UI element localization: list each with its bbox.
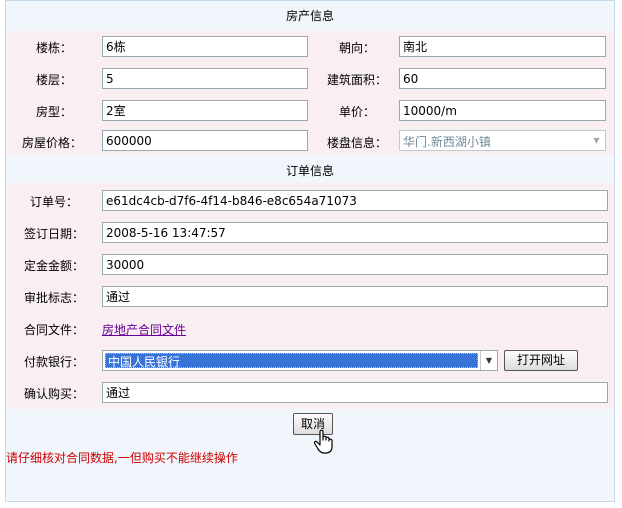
floor-input[interactable]: [102, 68, 308, 89]
property-section-title: 房产信息: [285, 9, 334, 23]
deposit-label: 定金金额：: [24, 259, 85, 273]
hand-cursor-icon: [313, 429, 333, 454]
open-url-button[interactable]: 打开网址: [504, 350, 578, 371]
type-input[interactable]: [102, 100, 308, 121]
building-label: 楼栋：: [36, 41, 73, 55]
confirm-input[interactable]: [102, 382, 608, 403]
estate-select-value: 华门.新西湖小镇: [403, 135, 491, 149]
estate-select[interactable]: 华门.新西湖小镇 ▼: [399, 130, 606, 151]
bank-select-value: 中国人民银行: [108, 355, 181, 369]
order-no-input[interactable]: [102, 190, 608, 211]
contract-file-link[interactable]: 房地产合同文件: [102, 321, 186, 338]
warning-text: 请仔细核对合同数据,一但购买不能继续操作: [6, 451, 238, 465]
unit-price-input[interactable]: [399, 100, 606, 121]
deposit-input[interactable]: [102, 254, 608, 275]
orientation-input[interactable]: [399, 36, 606, 57]
sign-date-input[interactable]: [102, 222, 608, 243]
area-label: 建筑面积：: [327, 73, 388, 87]
sign-date-label: 签订日期：: [24, 227, 85, 241]
building-input[interactable]: [102, 36, 308, 57]
floor-label: 楼层：: [36, 73, 73, 87]
contract-label: 合同文件：: [24, 323, 85, 337]
price-input[interactable]: [102, 130, 308, 151]
estate-label: 楼盘信息：: [327, 136, 388, 150]
bank-label: 付款银行：: [24, 355, 85, 369]
unit-price-label: 单价：: [339, 105, 376, 119]
price-label: 房屋价格：: [22, 136, 83, 150]
confirm-label: 确认购买：: [24, 387, 85, 401]
bank-select[interactable]: 中国人民银行 ▼: [102, 350, 498, 371]
area-input[interactable]: [399, 68, 606, 89]
chevron-down-icon: ▼: [593, 136, 600, 145]
chevron-down-icon: ▼: [480, 351, 497, 370]
orientation-label: 朝向：: [339, 41, 376, 55]
approval-input[interactable]: [102, 286, 608, 307]
order-no-label: 订单号：: [30, 195, 79, 209]
type-label: 房型：: [36, 105, 73, 119]
form-panel: 房产信息 楼栋： 朝向： 楼层： 建筑面积： 房型： 单价： 房屋价格： 楼盘信…: [5, 0, 615, 502]
order-section-title: 订单信息: [285, 164, 334, 178]
approval-label: 审批标志：: [24, 291, 85, 305]
